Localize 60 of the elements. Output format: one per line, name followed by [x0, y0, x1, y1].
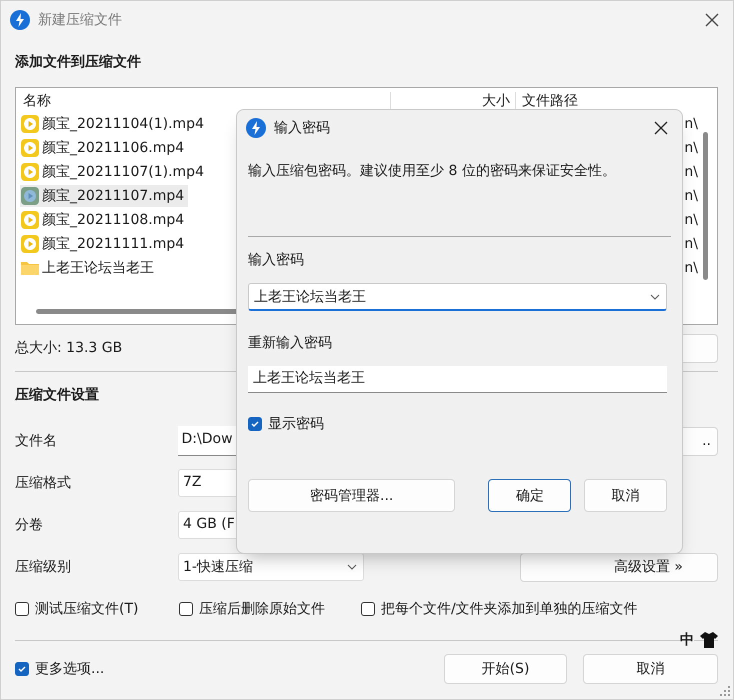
file-row[interactable]: 颜宝_20211107.mp4	[20, 185, 188, 207]
password-combo-box[interactable]: 上老王论坛当老王	[248, 283, 667, 311]
checkbox[interactable]: 压缩后删除原始文件	[179, 600, 343, 618]
file-row[interactable]: 颜宝_20211108.mp4	[20, 209, 188, 231]
close-icon[interactable]	[705, 13, 719, 27]
field-label: 分卷	[15, 516, 44, 534]
play-icon	[21, 163, 39, 181]
button[interactable]: 密码管理器...	[248, 479, 456, 512]
close-icon[interactable]	[654, 121, 668, 135]
field-label: 输入密码	[248, 251, 305, 270]
shirt-icon[interactable]	[700, 632, 718, 648]
dropdown[interactable]: 1-快速压缩	[178, 553, 364, 581]
play-icon	[21, 139, 39, 157]
start-button[interactable]: 开始(S)	[444, 654, 567, 684]
table-cell: n\	[684, 116, 698, 132]
table-cell: n\	[684, 140, 698, 156]
advanced-settings-button[interactable]: 高级设置 »	[520, 552, 718, 582]
file-row[interactable]: 上老王论坛当老王	[20, 257, 158, 279]
total-size: 总大小: 13.3 GB	[15, 339, 122, 357]
table-cell: n\	[684, 236, 698, 252]
ime-indicator[interactable]: 中	[680, 631, 694, 649]
checkbox[interactable]: 把每个文件/文件夹添加到单独的压缩文件	[361, 600, 638, 618]
scrollbar[interactable]	[703, 132, 708, 280]
window-title: 新建压缩文件	[38, 11, 123, 29]
lightning-icon	[246, 118, 266, 138]
field-label: 压缩级别	[15, 558, 72, 576]
resize-grip-icon[interactable]	[720, 686, 730, 696]
checkbox[interactable]: 显示密码	[248, 415, 667, 433]
play-icon	[21, 211, 39, 229]
check-icon	[17, 664, 27, 674]
table-cell: n\	[684, 212, 698, 228]
play-icon	[21, 235, 39, 253]
play-icon	[21, 115, 39, 133]
checkbox[interactable]: 测试压缩文件(T)	[15, 600, 161, 618]
lightning-icon	[10, 10, 30, 30]
table-cell: n\	[684, 188, 698, 204]
checkbox[interactable]: 更多选项...	[15, 660, 104, 678]
folder-icon	[21, 260, 39, 276]
dialog-title: 输入密码	[274, 119, 331, 137]
button[interactable]: 确定	[488, 479, 572, 512]
column-header[interactable]: 文件路径	[516, 92, 578, 110]
chevron-down-icon	[347, 564, 357, 570]
section-heading: 压缩文件设置	[15, 386, 100, 404]
section-heading: 添加文件到压缩文件	[15, 53, 142, 71]
file-row[interactable]: 颜宝_20211106.mp4	[20, 137, 188, 159]
input-field[interactable]: 上老王论坛当老王	[248, 366, 667, 393]
field-label: 重新输入密码	[248, 334, 333, 353]
table-cell: n\	[684, 164, 698, 180]
check-icon	[250, 419, 260, 429]
field-label: 文件名	[15, 432, 58, 450]
chevron-down-icon	[650, 294, 660, 300]
file-row[interactable]: 颜宝_20211104(1).mp4	[20, 113, 208, 135]
cancel-button[interactable]: 取消	[583, 654, 718, 684]
description: 输入压缩包密码。建议使用至少 8 位的密码来保证安全性。	[248, 162, 617, 181]
play-icon	[21, 187, 39, 205]
file-row[interactable]: 颜宝_20211111.mp4	[20, 233, 188, 255]
field-label: 压缩格式	[15, 474, 72, 492]
table-cell: n\	[684, 260, 698, 276]
button[interactable]: 取消	[584, 479, 668, 512]
file-row[interactable]: 颜宝_20211107(1).mp4	[20, 161, 208, 183]
